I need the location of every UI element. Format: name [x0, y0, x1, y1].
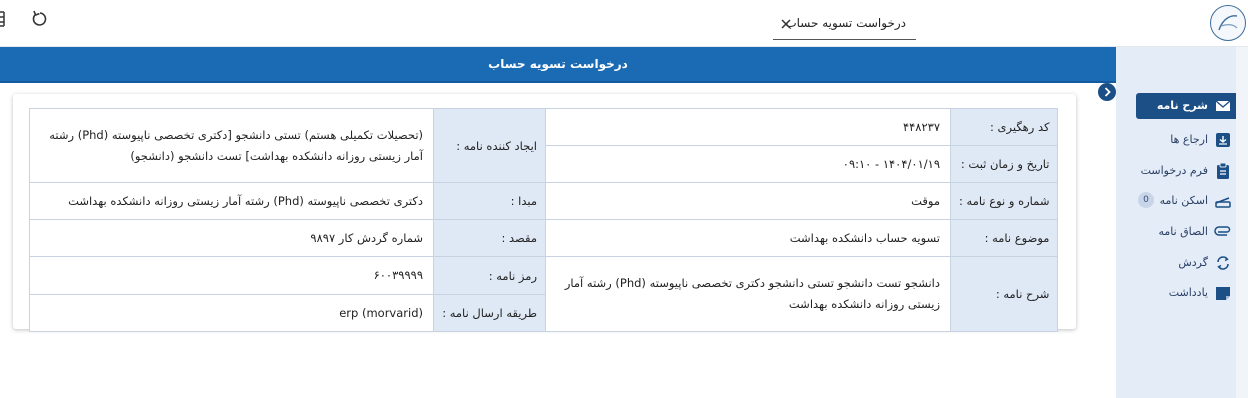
inbox-in-icon: [1214, 131, 1232, 149]
cycle-icon: [1214, 254, 1232, 272]
sidebar-item-scan-letter[interactable]: اسکن نامه 0: [1136, 188, 1236, 214]
tab-settlement-request[interactable]: درخواست تسویه حساب: [773, 8, 916, 40]
table-row: موضوع نامه : تسویه حساب دانشکده بهداشت م…: [29, 219, 1059, 257]
letter-details-table: کد رهگیری : ۴۴۸۲۳۷ ایجاد کننده نامه : (ت…: [29, 108, 1059, 332]
description-value: دانشجو تست دانشجو تستی دانشجو دکتری تخصص…: [545, 256, 951, 332]
note-icon: [1214, 284, 1232, 302]
sidebar-item-label: الصاق نامه: [1158, 225, 1208, 238]
creator-value: (تحصیلات تکمیلی هستم) تستی دانشجو [دکتری…: [29, 108, 434, 183]
subject-label: موضوع نامه :: [949, 219, 1059, 257]
sidebar-item-letter-description[interactable]: شرح نامه: [1136, 93, 1236, 119]
sidebar-item-attach-letter[interactable]: الصاق نامه: [1136, 219, 1236, 245]
clipboard-icon: [1214, 162, 1232, 180]
sidebar-item-request-form[interactable]: فرم درخواست: [1136, 158, 1236, 184]
top-bar: درخواست تسویه حساب: [0, 0, 1248, 47]
tracking-code-label: کد رهگیری :: [949, 108, 1059, 146]
tracking-code-value: ۴۴۸۲۳۷: [545, 108, 951, 146]
letter-details-card: کد رهگیری : ۴۴۸۲۳۷ ایجاد کننده نامه : (ت…: [13, 94, 1076, 332]
creator-label: ایجاد کننده نامه :: [433, 108, 546, 183]
refresh-icon[interactable]: [31, 9, 49, 29]
table-row: شماره و نوع نامه : موقت مبدا : دکتری تخص…: [29, 182, 1059, 220]
layout-icon[interactable]: [0, 10, 10, 28]
destination-value: شماره گردش کار ۹۸۹۷: [29, 219, 434, 257]
letter-number-type-value: موقت: [545, 182, 951, 220]
app-logo: [1210, 5, 1246, 41]
sidebar-item-label: فرم درخواست: [1140, 164, 1208, 177]
origin-value: دکتری تخصصی ناپیوسته (Phd) رشته آمار زیس…: [29, 182, 434, 220]
registration-datetime-value: ۱۴۰۴/۰۱/۱۹ - ۰۹:۱۰: [545, 145, 951, 183]
sidebar-item-referrals[interactable]: ارجاع ها: [1136, 127, 1236, 153]
table-row: شرح نامه : دانشجو تست دانشجو تستی دانشجو…: [29, 256, 1059, 332]
close-icon[interactable]: [779, 16, 793, 30]
sidebar-item-label: اسکن نامه: [1159, 194, 1208, 207]
destination-label: مقصد :: [433, 219, 546, 257]
collapse-sidebar-button[interactable]: [1098, 83, 1116, 101]
sidebar-item-workflow[interactable]: گردش: [1136, 250, 1236, 276]
sidebar-item-label: شرح نامه: [1156, 99, 1208, 112]
letter-password-value: ۶۰۰۳۹۹۹۹: [29, 256, 434, 295]
chevron-right-icon: [1104, 87, 1111, 97]
send-method-label: طریقه ارسال نامه :: [433, 294, 546, 332]
scan-count-badge: 0: [1138, 192, 1154, 208]
send-method-value: erp (morvarid): [29, 294, 434, 332]
sidebar-scroll-strip: [1236, 47, 1248, 398]
description-label: شرح نامه :: [949, 256, 1059, 332]
letter-password-label: رمز نامه :: [433, 256, 546, 295]
sidebar-item-label: گردش: [1178, 256, 1208, 269]
tab-label: درخواست تسویه حساب: [785, 16, 906, 30]
table-row: کد رهگیری : ۴۴۸۲۳۷ ایجاد کننده نامه : (ت…: [29, 108, 1059, 183]
sidebar-item-label: یادداشت: [1168, 286, 1208, 299]
sidebar: شرح نامه ارجاع ها فرم درخواست اسکن نامه …: [1116, 47, 1248, 398]
scanner-icon: [1214, 192, 1232, 210]
page-title: درخواست تسویه حساب: [488, 57, 628, 71]
paperclip-icon: [1214, 223, 1232, 241]
sidebar-item-note[interactable]: یادداشت: [1136, 280, 1236, 306]
sidebar-item-label: ارجاع ها: [1170, 133, 1208, 146]
letter-number-type-label: شماره و نوع نامه :: [949, 182, 1059, 220]
envelope-icon: [1214, 97, 1232, 115]
page-header-band: درخواست تسویه حساب: [0, 47, 1116, 83]
registration-datetime-label: تاریخ و زمان ثبت :: [949, 145, 1059, 183]
origin-label: مبدا :: [433, 182, 546, 220]
subject-value: تسویه حساب دانشکده بهداشت: [545, 219, 951, 257]
